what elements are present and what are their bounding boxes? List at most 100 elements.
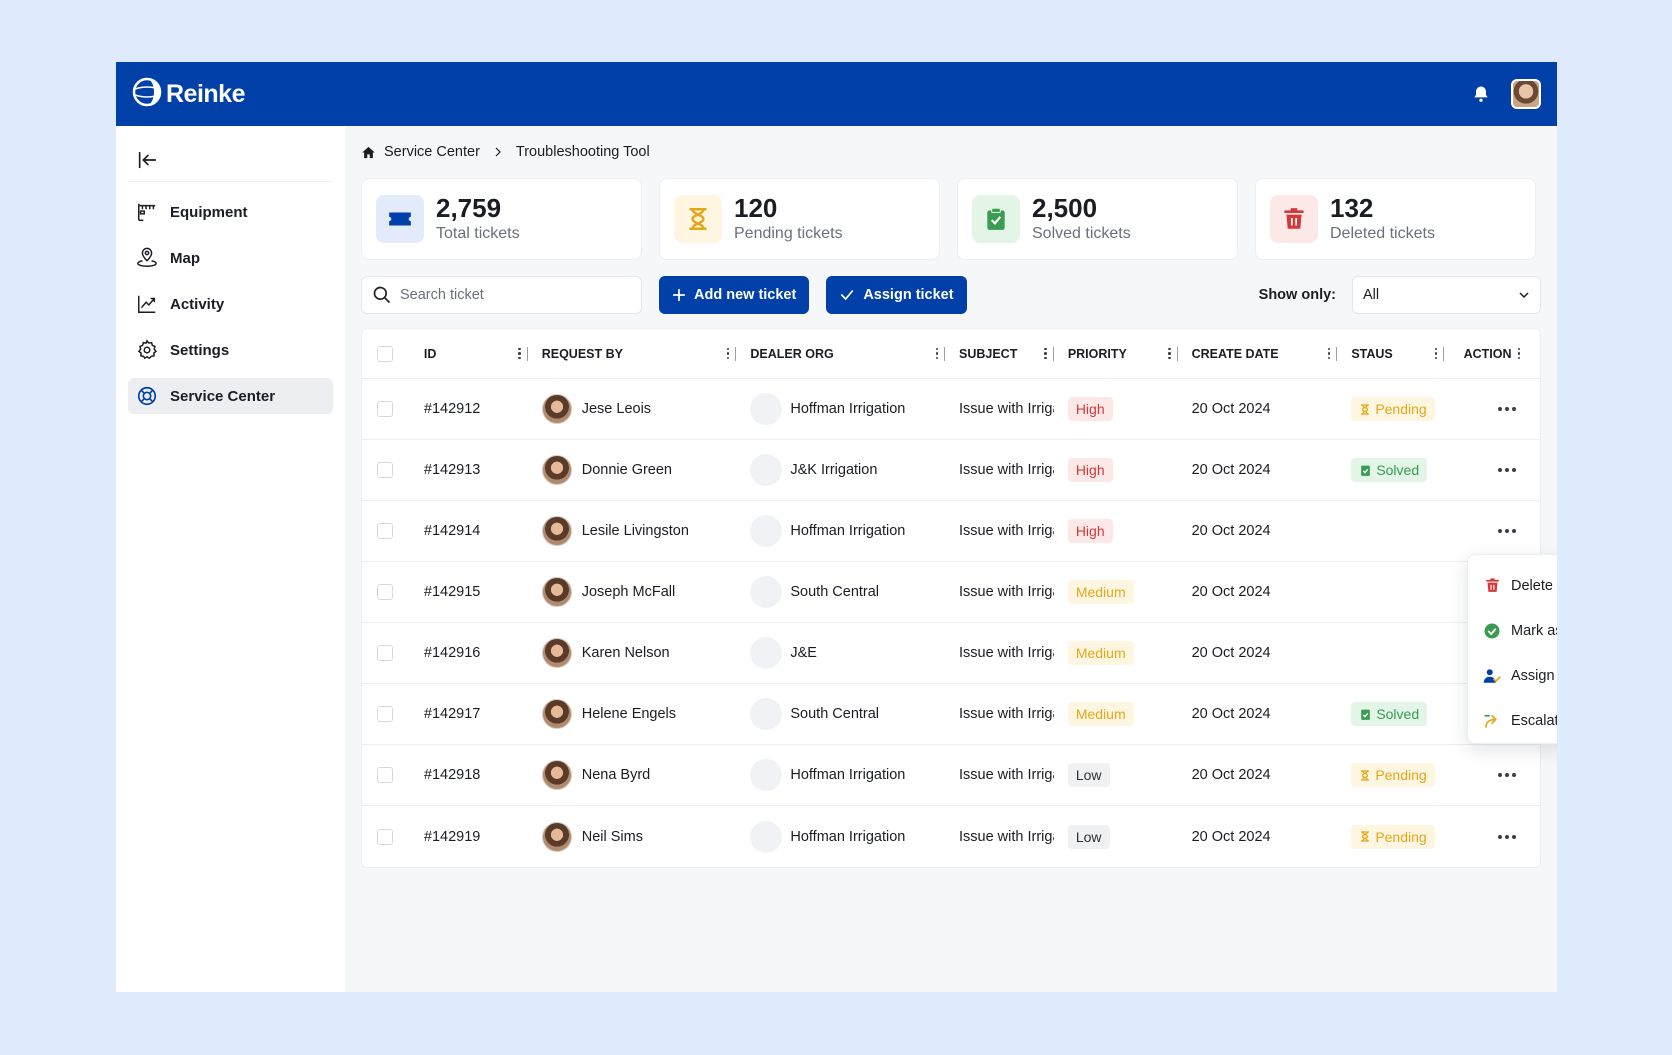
table-row[interactable]: #142919 Neil Sims Hoffman Irrigation Issue …	[362, 806, 1540, 867]
avatar	[541, 516, 572, 546]
app-window: Reinke Equipment Map Activity Settings Servi…	[116, 62, 1557, 992]
column-menu-icon[interactable]	[935, 347, 938, 360]
sidebar-item-equipment[interactable]: Equipment	[128, 194, 333, 230]
status-text: Pending	[1375, 401, 1427, 417]
menu-item-label: Escalate	[1511, 712, 1557, 729]
stat-label: Pending tickets	[734, 224, 843, 242]
stat-label: Deleted tickets	[1330, 224, 1435, 242]
column-resize-handle[interactable]	[1052, 346, 1054, 361]
dealer-org-name: Hoffman Irrigation	[790, 401, 906, 417]
column-header-request-by[interactable]: REQUEST BY	[542, 329, 751, 378]
priority-badge: High	[1067, 519, 1113, 543]
gear-icon	[136, 339, 158, 361]
collapse-sidebar-button[interactable]	[128, 138, 333, 182]
add-new-ticket-button[interactable]: Add new ticket	[659, 276, 810, 314]
table-row[interactable]: #142912 Jese Leois Hoffman Irrigation Issue…	[362, 379, 1540, 440]
status-badge: Pending	[1351, 824, 1435, 849]
table-row[interactable]: #142916 Karen Nelson J&E Issue with Irrigat…	[362, 623, 1540, 684]
row-checkbox[interactable]	[377, 828, 393, 845]
ticket-subject: Issue with Irrigation	[959, 706, 1054, 722]
show-only-select[interactable]: All	[1352, 276, 1541, 314]
chevron-down-icon	[1518, 289, 1530, 301]
table-row[interactable]: #142918 Nena Byrd Hoffman Irrigation Issue …	[362, 745, 1540, 806]
more-actions-icon[interactable]	[1494, 403, 1520, 415]
search-input[interactable]	[400, 287, 620, 303]
column-header-action[interactable]: ACTION	[1458, 329, 1540, 378]
column-header-subject[interactable]: SUBJECT	[959, 329, 1068, 378]
sidebar-item-label: Service Center	[170, 387, 276, 405]
column-header-dealer-org[interactable]: DEALER ORG	[750, 329, 959, 378]
column-menu-icon[interactable]	[1044, 347, 1047, 360]
row-checkbox[interactable]	[377, 401, 393, 417]
sidebar-item-map[interactable]: Map	[128, 240, 333, 276]
column-header-id[interactable]: ID	[424, 329, 542, 378]
avatar	[541, 699, 572, 729]
hourglass-icon	[674, 195, 722, 243]
column-menu-icon[interactable]	[1517, 347, 1521, 360]
bell-icon[interactable]	[1471, 84, 1491, 104]
table-row[interactable]: #142917 Helene Engels South Central Issue w…	[362, 684, 1540, 745]
breadcrumb-item-service-center[interactable]: Service Center	[384, 144, 480, 160]
dealer-avatar	[750, 820, 783, 853]
column-resize-handle[interactable]	[735, 346, 737, 361]
request-by-name: Helene Engels	[581, 706, 677, 722]
search-box	[361, 276, 642, 314]
more-actions-icon[interactable]	[1494, 831, 1520, 843]
chevron-right-icon	[492, 146, 504, 158]
row-checkbox[interactable]	[377, 462, 393, 478]
create-date: 20 Oct 2024	[1191, 401, 1271, 417]
plus-icon	[672, 288, 686, 302]
sidebar-item-service-center[interactable]: Service Center	[128, 378, 333, 414]
user-avatar[interactable]	[1511, 79, 1541, 109]
stats-row: 2,759 Total tickets 120 Pending tickets 2,50…	[361, 178, 1541, 260]
stat-card-solved-tickets: 2,500 Solved tickets	[957, 178, 1238, 260]
menu-item-assign[interactable]: Assign	[1468, 653, 1557, 698]
sidebar-item-label: Map	[170, 249, 200, 267]
table-row[interactable]: #142914 Lesile Livingston Hoffman Irrigati…	[362, 501, 1540, 562]
more-actions-icon[interactable]	[1494, 525, 1520, 537]
column-resize-handle[interactable]	[526, 346, 528, 361]
column-header-label: PRIORITY	[1067, 346, 1127, 361]
status-badge: Pending	[1351, 763, 1435, 787]
row-checkbox[interactable]	[377, 645, 393, 661]
dealer-org-name: J&K Irrigation	[790, 462, 878, 478]
more-actions-icon[interactable]	[1494, 769, 1520, 781]
home-icon[interactable]	[361, 145, 376, 160]
column-menu-icon[interactable]	[518, 347, 521, 360]
dealer-org-name: South Central	[790, 584, 880, 600]
column-resize-handle[interactable]	[1336, 346, 1338, 361]
sidebar-item-activity[interactable]: Activity	[128, 286, 333, 322]
stat-card-total-tickets: 2,759 Total tickets	[361, 178, 642, 260]
logo[interactable]: Reinke	[132, 77, 245, 112]
column-menu-icon[interactable]	[1434, 347, 1438, 360]
menu-item-mark-as-solved[interactable]: Mark as solved	[1468, 608, 1557, 653]
row-checkbox[interactable]	[377, 706, 393, 722]
table-row[interactable]: #142913 Donnie Green J&K Irrigation Issue w…	[362, 440, 1540, 501]
column-header-priority[interactable]: PRIORITY	[1068, 329, 1192, 378]
create-date: 20 Oct 2024	[1191, 584, 1271, 600]
select-all-checkbox[interactable]	[377, 345, 393, 362]
column-header-create-date[interactable]: CREATE DATE	[1192, 329, 1352, 378]
menu-item-label: Mark as solved	[1511, 622, 1557, 639]
column-header-staus[interactable]: STAUS	[1351, 329, 1458, 378]
column-resize-handle[interactable]	[1176, 346, 1178, 361]
menu-item-escalate[interactable]: Escalate	[1468, 698, 1557, 743]
sidebar-item-settings[interactable]: Settings	[128, 332, 333, 368]
assign-ticket-button[interactable]: Assign ticket	[826, 276, 967, 314]
menu-item-delete[interactable]: Delete	[1468, 563, 1557, 608]
request-by-name: Karen Nelson	[581, 645, 670, 661]
table-row[interactable]: #142915 Joseph McFall South Central Issue w…	[362, 562, 1540, 623]
column-resize-handle[interactable]	[1443, 346, 1445, 361]
row-checkbox[interactable]	[377, 523, 393, 539]
column-menu-icon[interactable]	[1327, 347, 1331, 360]
row-checkbox[interactable]	[377, 767, 393, 783]
stat-value: 120	[734, 193, 778, 224]
row-checkbox[interactable]	[377, 584, 393, 600]
create-date: 20 Oct 2024	[1191, 828, 1271, 845]
show-only-filter: Show only: All	[1259, 276, 1541, 314]
column-menu-icon[interactable]	[1168, 347, 1171, 360]
column-menu-icon[interactable]	[726, 347, 730, 360]
create-date: 20 Oct 2024	[1191, 706, 1271, 722]
column-resize-handle[interactable]	[944, 346, 945, 361]
more-actions-icon[interactable]	[1494, 464, 1520, 476]
